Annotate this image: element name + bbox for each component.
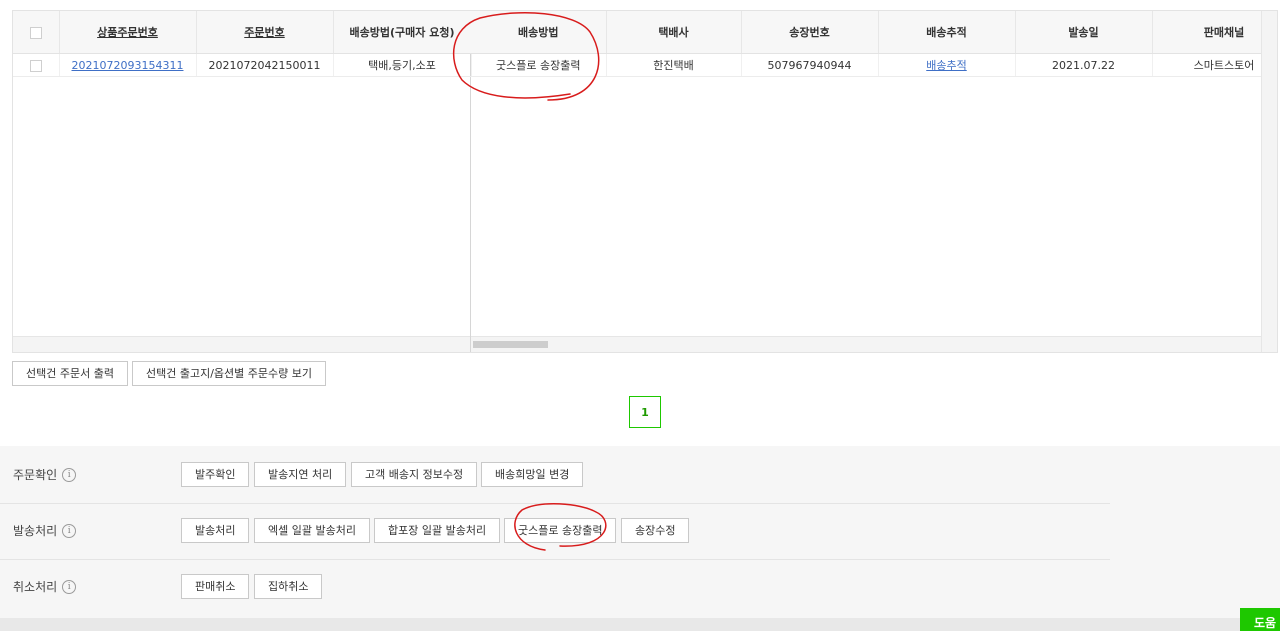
cancel-pickup-button[interactable]: 집하취소 <box>254 574 323 599</box>
select-all-checkbox[interactable] <box>29 26 42 39</box>
bottom-bar <box>0 618 1280 631</box>
horizontal-scrollbar[interactable] <box>471 336 1263 352</box>
row-select-cell[interactable] <box>13 53 60 77</box>
cancel-sale-button[interactable]: 판매취소 <box>181 574 250 599</box>
col-tracking-no: 송장번호 <box>741 11 879 54</box>
product-order-no-link[interactable]: 2021072093154311 <box>72 59 184 72</box>
col-tracking: 배송추적 <box>878 11 1016 54</box>
requested-method-cell: 택배,등기,소포 <box>333 53 472 77</box>
tracking-no-cell: 507967940944 <box>741 53 879 77</box>
col-requested-method: 배송방법(구매자 요청) <box>333 11 472 54</box>
change-delivery-date-button[interactable]: 배송희망일 변경 <box>481 462 584 487</box>
info-icon[interactable]: i <box>62 579 77 594</box>
view-quantity-button[interactable]: 선택건 출고지/옵션별 주문수량 보기 <box>132 361 326 386</box>
action-panel: 주문확인 i 발주확인 발송지연 처리 고객 배송지 정보수정 배송희망일 변경… <box>0 446 1280 618</box>
col-ship-date: 발송일 <box>1015 11 1153 54</box>
horizontal-scroll-thumb[interactable] <box>473 341 548 348</box>
combined-bulk-ship-button[interactable]: 합포장 일괄 발송처리 <box>374 518 501 543</box>
cancel-label-text: 취소처리 <box>13 580 58 594</box>
product-order-no-cell[interactable]: 2021072093154311 <box>59 53 197 77</box>
order-grid: 상품주문번호 주문번호 배송방법(구매자 요청) 202107209315431… <box>12 10 1278 353</box>
row-checkbox[interactable] <box>29 59 42 72</box>
divider <box>0 559 1110 560</box>
select-all-header[interactable] <box>13 11 60 54</box>
shipping-label: 발송처리 i <box>13 522 77 539</box>
info-icon[interactable]: i <box>62 523 77 538</box>
grid-fixed-pane: 상품주문번호 주문번호 배송방법(구매자 요청) 202107209315431… <box>13 11 472 352</box>
grid-fixed-footer <box>13 336 470 352</box>
order-confirm-label: 주문확인 i <box>13 466 77 483</box>
carrier-cell: 한진택배 <box>606 53 742 77</box>
info-icon[interactable]: i <box>62 467 77 482</box>
edit-address-button[interactable]: 고객 배송지 정보수정 <box>351 462 478 487</box>
cancel-label: 취소처리 i <box>13 578 77 595</box>
help-button[interactable]: 도움 <box>1240 608 1280 631</box>
page-1-button[interactable]: 1 <box>629 396 661 428</box>
col-delivery-method: 배송방법 <box>471 11 607 54</box>
table-row: 굿스플로 송장출력 한진택배 507967940944 배송추적 2021.07… <box>471 53 1277 77</box>
print-order-button[interactable]: 선택건 주문서 출력 <box>12 361 128 386</box>
table-row: 2021072093154311 2021072042150011 택배,등기,… <box>13 53 472 77</box>
vertical-scrollbar[interactable] <box>1261 11 1277 352</box>
order-confirm-button[interactable]: 발주확인 <box>181 462 250 487</box>
col-product-order-no[interactable]: 상품주문번호 <box>59 11 197 54</box>
order-no-cell: 2021072042150011 <box>196 53 334 77</box>
ship-date-cell: 2021.07.22 <box>1015 53 1153 77</box>
excel-bulk-ship-button[interactable]: 엑셀 일괄 발송처리 <box>254 518 370 543</box>
tracking-cell[interactable]: 배송추적 <box>878 53 1016 77</box>
goodsflow-print-button[interactable]: 굿스플로 송장출력 <box>504 518 617 543</box>
col-carrier: 택배사 <box>606 11 742 54</box>
shipping-label-text: 발송처리 <box>13 524 58 538</box>
edit-invoice-button[interactable]: 송장수정 <box>621 518 690 543</box>
channel-cell: 스마트스토어 <box>1152 53 1277 77</box>
order-confirm-label-text: 주문확인 <box>13 468 58 482</box>
shipping-delay-button[interactable]: 발송지연 처리 <box>254 462 347 487</box>
col-order-no[interactable]: 주문번호 <box>196 11 334 54</box>
divider <box>0 503 1110 504</box>
col-channel: 판매채널 <box>1152 11 1277 54</box>
grid-scroll-pane: 배송방법 택배사 송장번호 배송추적 발송일 판매채널 굿스플로 송장출력 한진… <box>471 11 1277 352</box>
tracking-link[interactable]: 배송추적 <box>926 59 966 72</box>
delivery-method-cell: 굿스플로 송장출력 <box>471 53 607 77</box>
ship-button[interactable]: 발송처리 <box>181 518 250 543</box>
